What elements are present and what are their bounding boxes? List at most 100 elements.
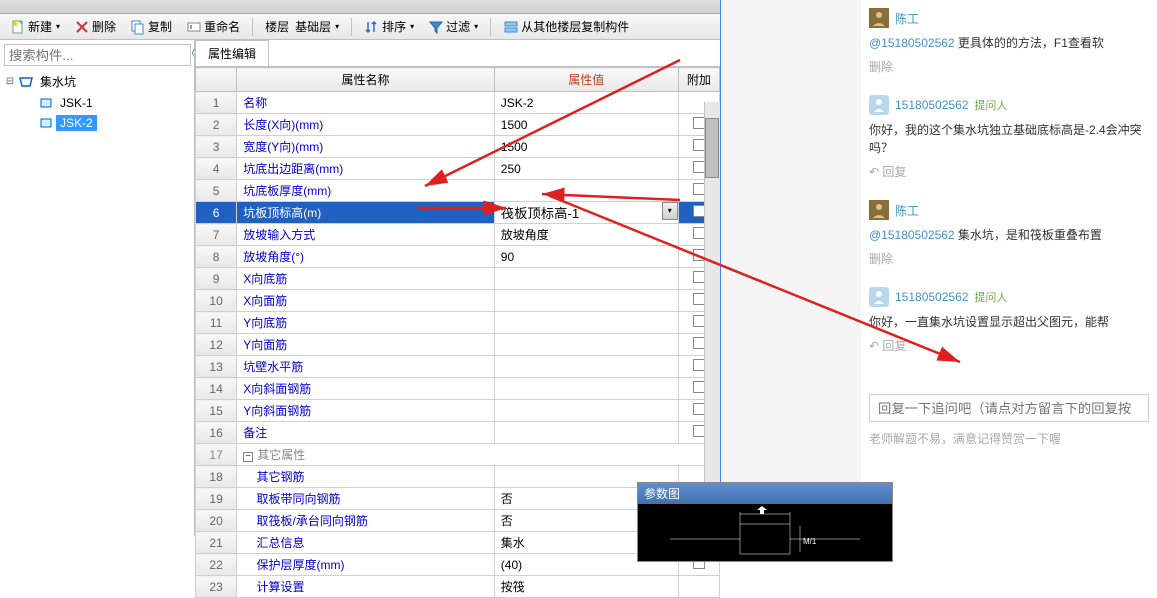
chat-username[interactable]: 15180502562 [895, 290, 968, 304]
table-row[interactable]: 3宽度(Y向)(mm)1500 [196, 136, 720, 158]
table-row[interactable]: 8放坡角度(°)90 [196, 246, 720, 268]
table-row[interactable]: 6坑板顶标高(m) ▾ [196, 202, 720, 224]
value-cell[interactable] [494, 422, 678, 444]
rename-label: 重命名 [204, 18, 240, 35]
avatar[interactable] [869, 287, 889, 307]
floor-value: 基础层 [295, 18, 331, 35]
chat-action-reply[interactable]: ↶ 回复 [869, 337, 906, 354]
table-row[interactable]: 13坑壁水平筋 [196, 356, 720, 378]
table-row[interactable]: 14X向斜面钢筋 [196, 378, 720, 400]
new-button[interactable]: 新建 ▾ [4, 16, 66, 37]
avatar[interactable] [869, 95, 889, 115]
name-cell: 名称 [237, 92, 495, 114]
vertical-scrollbar[interactable] [704, 102, 720, 536]
search-input[interactable] [4, 44, 191, 66]
table-row[interactable]: 4坑底出边距离(mm)250 [196, 158, 720, 180]
row-number: 6 [196, 202, 237, 224]
at-mention[interactable]: @15180502562 [869, 228, 955, 242]
name-cell: 放坡角度(°) [237, 246, 495, 268]
value-cell[interactable] [494, 356, 678, 378]
value-cell[interactable]: 250 [494, 158, 678, 180]
col-header-value: 属性值 [494, 68, 678, 92]
value-cell[interactable]: 1500 [494, 114, 678, 136]
value-cell[interactable] [494, 268, 678, 290]
value-edit-input[interactable] [501, 205, 656, 220]
tab-property-edit[interactable]: 属性编辑 [195, 40, 269, 66]
minus-icon[interactable]: − [243, 452, 253, 462]
chat-panel: 陈工 @15180502562 更具体的的方法，F1查看软 删除 1518050… [861, 0, 1157, 522]
delete-button[interactable]: 删除 [68, 16, 122, 37]
row-number: 4 [196, 158, 237, 180]
value-cell[interactable] [494, 312, 678, 334]
tree-root[interactable]: ⊟ 集水坑 [4, 70, 190, 93]
chat-message: 陈工 @15180502562 更具体的的方法，F1查看软 删除 [869, 8, 1149, 75]
copy-button[interactable]: 复制 [124, 16, 178, 37]
sort-label: 排序 [382, 18, 406, 35]
reply-icon: ↶ [869, 339, 879, 353]
table-row[interactable]: 5坑底板厚度(mm) [196, 180, 720, 202]
row-number: 21 [196, 532, 237, 554]
floor-dropdown[interactable]: 楼层 基础层 ▾ [259, 16, 345, 37]
chat-actions: ↶ 回复 [869, 163, 1149, 180]
table-row[interactable]: 23 计算设置按筏 [196, 576, 720, 598]
rename-button[interactable]: 重命名 [180, 16, 246, 37]
value-cell[interactable]: 放坡角度 [494, 224, 678, 246]
chat-actions: ↶ 回复 [869, 337, 1149, 354]
value-cell[interactable] [494, 180, 678, 202]
value-cell[interactable]: 90 [494, 246, 678, 268]
chat-username[interactable]: 陈工 [895, 10, 919, 27]
value-cell[interactable] [494, 400, 678, 422]
preview-title: 参数图 [638, 483, 892, 504]
row-number: 18 [196, 466, 237, 488]
collapse-icon[interactable]: ⊟ [4, 76, 16, 87]
name-cell: X向面筋 [237, 290, 495, 312]
table-row[interactable]: 16备注 [196, 422, 720, 444]
sort-button[interactable]: 排序 ▾ [358, 16, 420, 37]
chat-username[interactable]: 15180502562 [895, 98, 968, 112]
table-row[interactable]: 2长度(X向)(mm)1500 [196, 114, 720, 136]
floor-label: 楼层 [265, 18, 289, 35]
avatar[interactable] [869, 8, 889, 28]
filter-button[interactable]: 过滤 ▾ [422, 16, 484, 37]
name-cell: 坑板顶标高(m) [237, 202, 495, 224]
table-row[interactable]: 12Y向面筋 [196, 334, 720, 356]
row-number: 7 [196, 224, 237, 246]
value-cell[interactable]: JSK-2 [494, 92, 678, 114]
name-cell: 备注 [237, 422, 495, 444]
chevron-down-icon: ▾ [335, 22, 339, 31]
reply-input[interactable] [869, 394, 1149, 422]
table-row[interactable]: 11Y向底筋 [196, 312, 720, 334]
chat-username[interactable]: 陈工 [895, 202, 919, 219]
sump-icon [18, 74, 34, 90]
chat-body: 你好，一直集水坑设置显示超出父图元，能帮 [869, 313, 1149, 331]
tree-item[interactable]: JSK-2 [24, 113, 190, 133]
chat-action-delete[interactable]: 删除 [869, 250, 893, 267]
chat-action-reply[interactable]: ↶ 回复 [869, 163, 906, 180]
copy-label: 复制 [148, 18, 172, 35]
value-cell[interactable]: 按筏 [494, 576, 678, 598]
name-cell: X向底筋 [237, 268, 495, 290]
table-row[interactable]: 1名称JSK-2 [196, 92, 720, 114]
chevron-down-icon: ▾ [474, 22, 478, 31]
tree-item[interactable]: JSK-1 [24, 93, 190, 113]
value-cell[interactable] [494, 290, 678, 312]
chat-action-delete[interactable]: 删除 [869, 58, 893, 75]
at-mention[interactable]: @15180502562 [869, 36, 955, 50]
value-cell[interactable] [494, 334, 678, 356]
scroll-thumb[interactable] [705, 118, 719, 178]
value-cell[interactable]: 1500 [494, 136, 678, 158]
avatar[interactable] [869, 200, 889, 220]
table-row[interactable]: 10X向面筋 [196, 290, 720, 312]
copy-from-floor-label: 从其他楼层复制构件 [521, 18, 629, 35]
table-row[interactable]: 17−其它属性 [196, 444, 720, 466]
value-cell-editing[interactable]: ▾ [494, 202, 678, 224]
copy-from-floor-button[interactable]: 从其他楼层复制构件 [497, 16, 635, 37]
table-row[interactable]: 7放坡输入方式放坡角度 [196, 224, 720, 246]
name-cell: 长度(X向)(mm) [237, 114, 495, 136]
value-cell[interactable] [494, 378, 678, 400]
name-cell: 计算设置 [237, 576, 495, 598]
row-number: 2 [196, 114, 237, 136]
table-row[interactable]: 9X向底筋 [196, 268, 720, 290]
dropdown-button[interactable]: ▾ [662, 202, 678, 220]
table-row[interactable]: 15Y向斜面钢筋 [196, 400, 720, 422]
